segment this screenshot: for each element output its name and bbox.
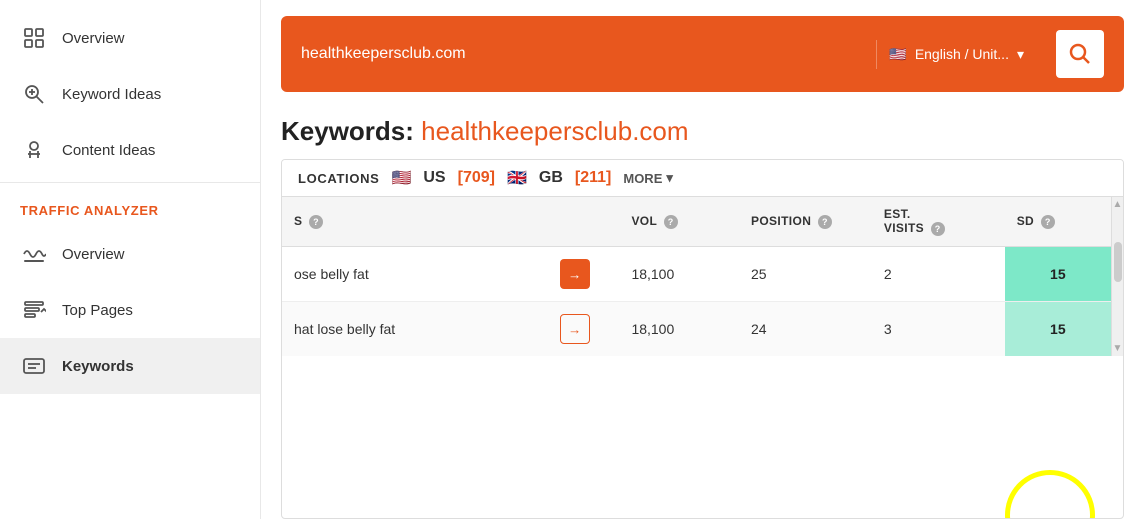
sidebar-item-traffic-overview[interactable]: Overview bbox=[0, 226, 260, 282]
table-body: ose belly fat → 18,100 25 2 15 hat lose … bbox=[282, 247, 1111, 357]
wave-icon bbox=[20, 240, 48, 268]
page-title: Keywords: healthkeepersclub.com bbox=[261, 108, 1144, 159]
table-row: hat lose belly fat → 18,100 24 3 15 bbox=[282, 302, 1111, 357]
cell-keyword-1: hat lose belly fat bbox=[282, 302, 548, 357]
chevron-down-icon: ▾ bbox=[1017, 46, 1024, 63]
us-code: US bbox=[423, 169, 445, 187]
page-domain: healthkeepersclub.com bbox=[421, 116, 688, 146]
question-icon-estvisits[interactable]: ? bbox=[931, 222, 945, 236]
highlight-circle bbox=[1005, 470, 1095, 519]
col-header-sd: SD ? bbox=[1005, 197, 1111, 247]
keyword-icon bbox=[20, 80, 48, 108]
cell-vol-1: 18,100 bbox=[619, 302, 739, 357]
sidebar-item-content-ideas[interactable]: Content Ideas bbox=[0, 122, 260, 178]
question-icon-position[interactable]: ? bbox=[818, 215, 832, 229]
cell-arrow-0: → bbox=[548, 247, 620, 302]
search-button[interactable] bbox=[1056, 30, 1104, 78]
keywords-table-wrapper: LOCATIONS 🇺🇸 US [709] 🇬🇧 GB [211] MORE ▾… bbox=[281, 159, 1124, 519]
sidebar-label-top-pages: Top Pages bbox=[62, 302, 133, 319]
search-bar: healthkeepersclub.com 🇺🇸 English / Unit.… bbox=[281, 16, 1124, 92]
sidebar-item-top-pages[interactable]: Top Pages bbox=[0, 282, 260, 338]
scroll-up-icon[interactable]: ▲ bbox=[1111, 197, 1124, 212]
cell-arrow-1: → bbox=[548, 302, 620, 357]
table-header-row: S ? VOL ? POSITION ? EST.VISITS ? bbox=[282, 197, 1111, 247]
arrow-button-1[interactable]: → bbox=[560, 314, 590, 344]
language-label: English / Unit... bbox=[915, 46, 1009, 62]
col-header-vol: VOL ? bbox=[619, 197, 739, 247]
sidebar-item-overview[interactable]: Overview bbox=[0, 10, 260, 66]
locations-row: LOCATIONS 🇺🇸 US [709] 🇬🇧 GB [211] MORE ▾ bbox=[282, 160, 1123, 197]
keywords-table: S ? VOL ? POSITION ? EST.VISITS ? bbox=[282, 197, 1111, 356]
keywords-label: Keywords: bbox=[281, 116, 414, 146]
gb-flag: 🇬🇧 bbox=[507, 168, 527, 188]
main-content: healthkeepersclub.com 🇺🇸 English / Unit.… bbox=[261, 0, 1144, 519]
more-button[interactable]: MORE ▾ bbox=[623, 170, 673, 186]
col-header-arrow bbox=[548, 197, 620, 247]
more-label: MORE bbox=[623, 171, 662, 186]
scroll-thumb[interactable] bbox=[1114, 242, 1122, 282]
cell-estvisits-0: 2 bbox=[872, 247, 1005, 302]
table-row: ose belly fat → 18,100 25 2 15 bbox=[282, 247, 1111, 302]
cell-vol-0: 18,100 bbox=[619, 247, 739, 302]
keywords-nav-icon bbox=[20, 352, 48, 380]
table-area: S ? VOL ? POSITION ? EST.VISITS ? bbox=[282, 197, 1123, 356]
sidebar-divider bbox=[0, 182, 260, 183]
traffic-analyzer-header: TRAFFIC ANALYZER bbox=[0, 187, 260, 226]
cell-position-0: 25 bbox=[739, 247, 872, 302]
locations-label: LOCATIONS bbox=[298, 171, 379, 186]
sidebar-item-keyword-ideas[interactable]: Keyword Ideas bbox=[0, 66, 260, 122]
table-scrollbar[interactable]: ▲ ▼ bbox=[1111, 197, 1123, 356]
col-header-estvisits: EST.VISITS ? bbox=[872, 197, 1005, 247]
sidebar-label-overview: Overview bbox=[62, 30, 125, 47]
sidebar-item-keywords[interactable]: Keywords bbox=[0, 338, 260, 394]
gb-count: [211] bbox=[575, 169, 611, 187]
language-selector[interactable]: 🇺🇸 English / Unit... ▾ bbox=[876, 40, 1036, 69]
us-flag-search: 🇺🇸 bbox=[889, 46, 906, 63]
chart-icon bbox=[20, 24, 48, 52]
sidebar-label-keyword-ideas: Keyword Ideas bbox=[62, 86, 161, 103]
gb-code: GB bbox=[539, 169, 563, 187]
scroll-down-icon[interactable]: ▼ bbox=[1111, 341, 1124, 356]
cell-sd-0: 15 bbox=[1005, 247, 1111, 302]
toppages-icon bbox=[20, 296, 48, 324]
sidebar-label-traffic-overview: Overview bbox=[62, 246, 125, 263]
sidebar: Overview Keyword Ideas Content Ideas TRA… bbox=[0, 0, 261, 519]
us-flag: 🇺🇸 bbox=[391, 168, 411, 188]
cell-position-1: 24 bbox=[739, 302, 872, 357]
question-icon-sd[interactable]: ? bbox=[1041, 215, 1055, 229]
arrow-button-0[interactable]: → bbox=[560, 259, 590, 289]
content-icon bbox=[20, 136, 48, 164]
col-header-keyword: S ? bbox=[282, 197, 548, 247]
us-count: [709] bbox=[458, 169, 495, 187]
chevron-down-icon-more: ▾ bbox=[666, 170, 673, 186]
sidebar-label-content-ideas: Content Ideas bbox=[62, 142, 155, 159]
col-header-position: POSITION ? bbox=[739, 197, 872, 247]
cell-keyword-0: ose belly fat bbox=[282, 247, 548, 302]
sidebar-label-keywords: Keywords bbox=[62, 358, 134, 375]
domain-input[interactable]: healthkeepersclub.com bbox=[301, 45, 864, 63]
cell-sd-1: 15 bbox=[1005, 302, 1111, 357]
question-icon-vol[interactable]: ? bbox=[664, 215, 678, 229]
cell-estvisits-1: 3 bbox=[872, 302, 1005, 357]
question-icon-s[interactable]: ? bbox=[309, 215, 323, 229]
